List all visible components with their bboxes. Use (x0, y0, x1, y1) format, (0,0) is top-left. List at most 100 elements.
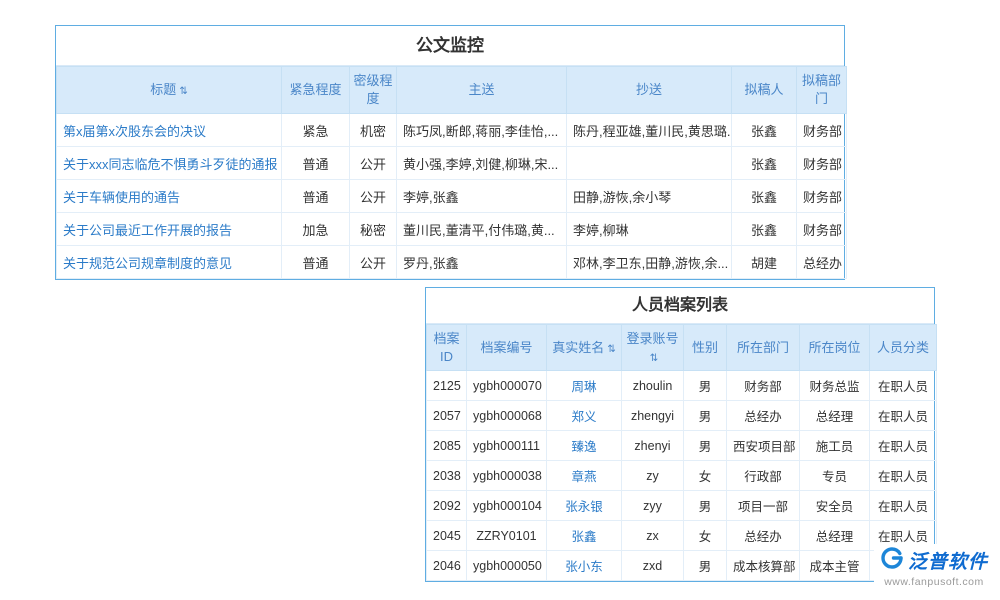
person-name-link[interactable]: 章燕 (571, 470, 596, 484)
cell-account: zy (622, 461, 684, 491)
cell-name: 臻逸 (547, 431, 622, 461)
person-name-link[interactable]: 周琳 (571, 380, 596, 394)
cell-title: 关于公司最近工作开展的报告 (57, 213, 282, 246)
cell-name: 张永银 (547, 491, 622, 521)
table-row: 关于规范公司规章制度的意见 普通 公开 罗丹,张鑫 邓林,李卫东,田静,游恢,余… (57, 246, 847, 279)
doc-col-title-label: 标题 (150, 82, 176, 97)
sort-icon[interactable]: ⇅ (650, 353, 658, 364)
per-col-id: 档案ID (427, 325, 467, 371)
cell-secrecy: 公开 (350, 180, 397, 213)
table-row: 第x届第x次股东会的决议 紧急 机密 陈巧凤,断郎,蒋丽,李佳怡,... 陈丹,… (57, 114, 847, 147)
cell-gender: 男 (684, 551, 727, 581)
cell-urgency: 紧急 (282, 114, 350, 147)
cell-dept: 总经办 (797, 246, 847, 279)
cell-main-send: 罗丹,张鑫 (397, 246, 567, 279)
doc-title-link[interactable]: 关于公司最近工作开展的报告 (63, 223, 232, 238)
sort-icon[interactable]: ⇅ (179, 86, 187, 97)
doc-col-main-send: 主送 (397, 67, 567, 114)
doc-monitor-table: 标题⇅ 紧急程度 密级程度 主送 抄送 拟稿人 拟稿部门 第x届第x次股东会的决… (56, 66, 847, 279)
cell-gender: 男 (684, 371, 727, 401)
cell-title: 关于xxx同志临危不惧勇斗歹徒的通报 (57, 147, 282, 180)
cell-code: ygbh000070 (467, 371, 547, 401)
per-col-code: 档案编号 (467, 325, 547, 371)
doc-col-title[interactable]: 标题⇅ (57, 67, 282, 114)
cell-name: 章燕 (547, 461, 622, 491)
per-col-account[interactable]: 登录账号 ⇅ (622, 325, 684, 371)
doc-col-cc: 抄送 (567, 67, 732, 114)
table-row: 2045 ZZRY0101 张鑫 zx 女 总经办 总经理 在职人员 (427, 521, 937, 551)
cell-dept: 财务部 (797, 114, 847, 147)
cell-dept: 项目一部 (727, 491, 800, 521)
cell-dept: 财务部 (797, 147, 847, 180)
table-row: 2085 ygbh000111 臻逸 zhenyi 男 西安项目部 施工员 在职… (427, 431, 937, 461)
cell-dept: 财务部 (727, 371, 800, 401)
cell-cc (567, 147, 732, 180)
fanpu-logo-icon (880, 546, 904, 575)
cell-drafter: 张鑫 (732, 147, 797, 180)
person-name-link[interactable]: 臻逸 (571, 440, 596, 454)
doc-col-urgency: 紧急程度 (282, 67, 350, 114)
cell-gender: 男 (684, 431, 727, 461)
cell-urgency: 普通 (282, 180, 350, 213)
per-col-account-label: 登录账号 (626, 331, 678, 346)
per-col-name-label: 真实姓名 (552, 340, 604, 355)
cell-code: ygbh000104 (467, 491, 547, 521)
doc-title-link[interactable]: 关于车辆使用的通告 (63, 190, 180, 205)
cell-dept: 总经办 (727, 521, 800, 551)
cell-secrecy: 公开 (350, 246, 397, 279)
per-col-name[interactable]: 真实姓名⇅ (547, 325, 622, 371)
cell-category: 在职人员 (870, 461, 937, 491)
doc-title-link[interactable]: 关于规范公司规章制度的意见 (63, 256, 232, 271)
doc-monitor-panel: 公文监控 标题⇅ 紧急程度 密级程度 主送 抄送 拟稿人 拟稿部门 第x届第x次… (55, 25, 845, 280)
doc-header-row: 标题⇅ 紧急程度 密级程度 主送 抄送 拟稿人 拟稿部门 (57, 67, 847, 114)
cell-name: 周琳 (547, 371, 622, 401)
cell-cc: 李婷,柳琳 (567, 213, 732, 246)
cell-drafter: 张鑫 (732, 213, 797, 246)
cell-dept: 行政部 (727, 461, 800, 491)
personnel-table: 档案ID 档案编号 真实姓名⇅ 登录账号⇅ 性别 所在部门 所在岗位 人员分类 … (426, 324, 937, 581)
cell-title: 关于车辆使用的通告 (57, 180, 282, 213)
cell-category: 在职人员 (870, 431, 937, 461)
cell-id: 2038 (427, 461, 467, 491)
person-name-link[interactable]: 张永银 (565, 500, 603, 514)
cell-account: zhoulin (622, 371, 684, 401)
cell-category: 在职人员 (870, 491, 937, 521)
personnel-panel: 人员档案列表 档案ID 档案编号 真实姓名⇅ 登录账号⇅ 性别 所在部门 所在岗… (425, 287, 935, 582)
table-row: 2057 ygbh000068 郑义 zhengyi 男 总经办 总经理 在职人… (427, 401, 937, 431)
cell-secrecy: 秘密 (350, 213, 397, 246)
cell-id: 2057 (427, 401, 467, 431)
table-row: 2125 ygbh000070 周琳 zhoulin 男 财务部 财务总监 在职… (427, 371, 937, 401)
cell-drafter: 张鑫 (732, 180, 797, 213)
doc-title-link[interactable]: 第x届第x次股东会的决议 (63, 124, 206, 139)
fanpu-logo-text: 泛普软件 (908, 547, 988, 574)
cell-main-send: 黄小强,李婷,刘健,柳琳,宋... (397, 147, 567, 180)
cell-id: 2085 (427, 431, 467, 461)
cell-urgency: 普通 (282, 147, 350, 180)
per-col-gender: 性别 (684, 325, 727, 371)
doc-title-link[interactable]: 关于xxx同志临危不惧勇斗歹徒的通报 (63, 157, 278, 172)
cell-main-send: 董川民,董清平,付伟璐,黄... (397, 213, 567, 246)
personnel-title: 人员档案列表 (426, 288, 934, 324)
cell-dept: 财务部 (797, 213, 847, 246)
cell-main-send: 李婷,张鑫 (397, 180, 567, 213)
cell-id: 2092 (427, 491, 467, 521)
cell-main-send: 陈巧凤,断郎,蒋丽,李佳怡,... (397, 114, 567, 147)
cell-secrecy: 公开 (350, 147, 397, 180)
cell-title: 关于规范公司规章制度的意见 (57, 246, 282, 279)
cell-cc: 邓林,李卫东,田静,游恢,余... (567, 246, 732, 279)
person-name-link[interactable]: 张鑫 (571, 530, 596, 544)
cell-position: 成本主管 (800, 551, 870, 581)
cell-position: 安全员 (800, 491, 870, 521)
cell-dept: 总经办 (727, 401, 800, 431)
doc-monitor-title: 公文监控 (56, 26, 844, 66)
person-name-link[interactable]: 郑义 (571, 410, 596, 424)
cell-category: 在职人员 (870, 401, 937, 431)
cell-account: zx (622, 521, 684, 551)
fanpu-logo-url: www.fanpusoft.com (884, 576, 984, 588)
table-row: 关于公司最近工作开展的报告 加急 秘密 董川民,董清平,付伟璐,黄... 李婷,… (57, 213, 847, 246)
person-name-link[interactable]: 张小东 (565, 560, 603, 574)
sort-icon[interactable]: ⇅ (607, 344, 615, 355)
cell-name: 郑义 (547, 401, 622, 431)
cell-id: 2045 (427, 521, 467, 551)
table-row: 2046 ygbh000050 张小东 zxd 男 成本核算部 成本主管 在职人… (427, 551, 937, 581)
